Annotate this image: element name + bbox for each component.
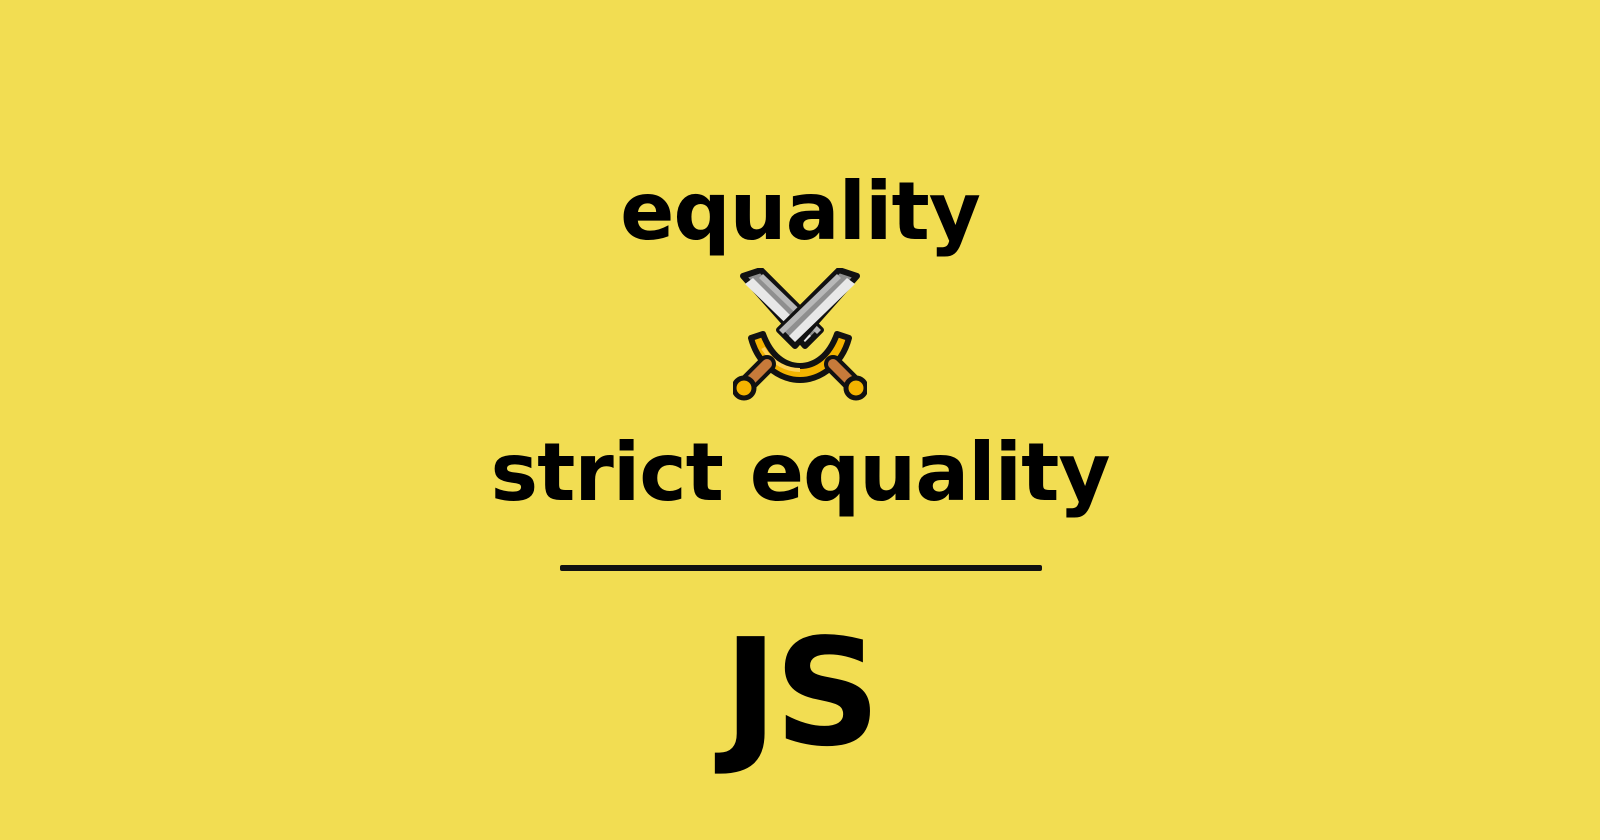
title-strict-equality: strict equality <box>490 426 1111 519</box>
title-equality: equality <box>620 165 981 258</box>
banner: equality strict equality JS <box>0 0 1600 840</box>
crossed-swords-icon <box>733 268 867 401</box>
divider-line <box>560 565 1042 571</box>
language-label: JS <box>723 607 881 779</box>
